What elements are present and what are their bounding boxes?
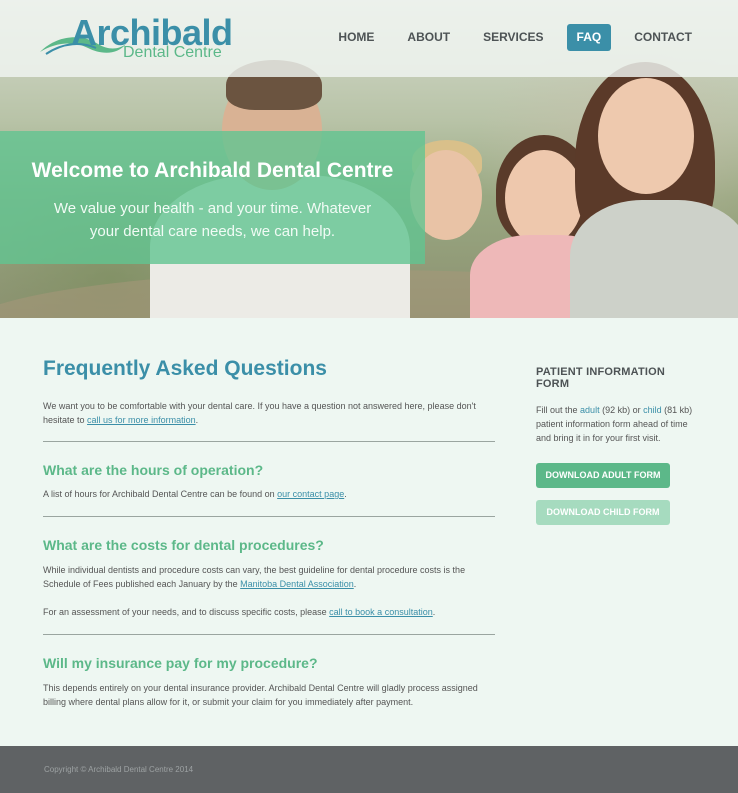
call-us-link[interactable]: call us for more information: [87, 415, 196, 425]
intro-paragraph: We want you to be comfortable with your …: [43, 401, 476, 425]
nav-contact[interactable]: CONTACT: [624, 24, 702, 51]
faq-item: What are the costs for dental procedures…: [43, 536, 495, 619]
sidebar-title: PATIENT INFORMATION FORM: [536, 366, 666, 390]
site-footer: Copyright © Archibald Dental Centre 2014: [0, 746, 738, 793]
adult-form-link[interactable]: adult: [580, 405, 600, 415]
nav-services[interactable]: SERVICES: [473, 24, 553, 51]
divider: [43, 516, 495, 517]
book-consultation-link[interactable]: call to book a consultation: [329, 607, 433, 617]
copyright-text: Copyright © Archibald Dental Centre 2014: [44, 765, 194, 774]
sidebar-description: Fill out the adult (92 kb) or child (81 …: [536, 403, 696, 445]
child-form-link[interactable]: child: [643, 405, 662, 415]
site-header: Archibald Dental Centre HOME ABOUT SERVI…: [0, 0, 738, 77]
nav-about[interactable]: ABOUT: [397, 24, 460, 51]
faq-question: What are the hours of operation?: [43, 462, 264, 478]
faq-question: What are the costs for dental procedures…: [43, 537, 324, 553]
main-nav: HOME ABOUT SERVICES FAQ CONTACT: [315, 24, 702, 51]
hero-photo-woman-body: [570, 200, 738, 318]
download-child-form-button[interactable]: DOWNLOAD CHILD FORM: [536, 500, 670, 525]
nav-faq[interactable]: FAQ: [566, 24, 612, 51]
sidebar-text: Fill out the: [536, 405, 578, 415]
faq-answer: While individual dentists and procedure …: [43, 565, 466, 589]
mda-link[interactable]: Manitoba Dental Association: [240, 579, 354, 589]
hero-banner: Archibald Dental Centre HOME ABOUT SERVI…: [0, 0, 738, 318]
hero-photo-woman: [598, 78, 694, 194]
contact-page-link[interactable]: our contact page: [277, 489, 344, 499]
faq-answer: This depends entirely on your dental ins…: [43, 683, 478, 707]
page-title: Frequently Asked Questions: [43, 357, 327, 380]
child-file-size: (81 kb): [664, 405, 693, 415]
faq-answer: For an assessment of your needs, and to …: [43, 607, 436, 617]
download-adult-form-button[interactable]: DOWNLOAD ADULT FORM: [536, 463, 670, 488]
hero-photo-girl: [505, 150, 583, 246]
welcome-tagline: We value your health - and your time. Wh…: [53, 200, 372, 240]
site-logo[interactable]: Archibald Dental Centre: [38, 12, 233, 67]
patient-form-sidebar: PATIENT INFORMATION FORM Fill out the ad…: [536, 366, 696, 525]
welcome-title: Welcome to Archibald Dental Centre: [31, 159, 394, 182]
faq-item: What are the hours of operation? A list …: [43, 461, 495, 501]
main-content: Frequently Asked Questions We want you t…: [43, 356, 495, 709]
faq-question: Will my insurance pay for my procedure?: [43, 655, 318, 671]
faq-answer-text: For an assessment of your needs, and to …: [43, 607, 327, 617]
faq-item: Will my insurance pay for my procedure? …: [43, 654, 495, 709]
faq-answer-text: A list of hours for Archibald Dental Cen…: [43, 489, 275, 499]
adult-file-size: (92 kb) or: [602, 405, 641, 415]
sidebar-text: patient information form ahead of time a…: [536, 419, 688, 443]
welcome-panel: Welcome to Archibald Dental Centre We va…: [0, 131, 425, 264]
logo-subtitle: Dental Centre: [123, 44, 222, 61]
faq-answer: A list of hours for Archibald Dental Cen…: [43, 489, 347, 499]
divider: [43, 441, 495, 442]
divider: [43, 634, 495, 635]
nav-home[interactable]: HOME: [328, 24, 384, 51]
